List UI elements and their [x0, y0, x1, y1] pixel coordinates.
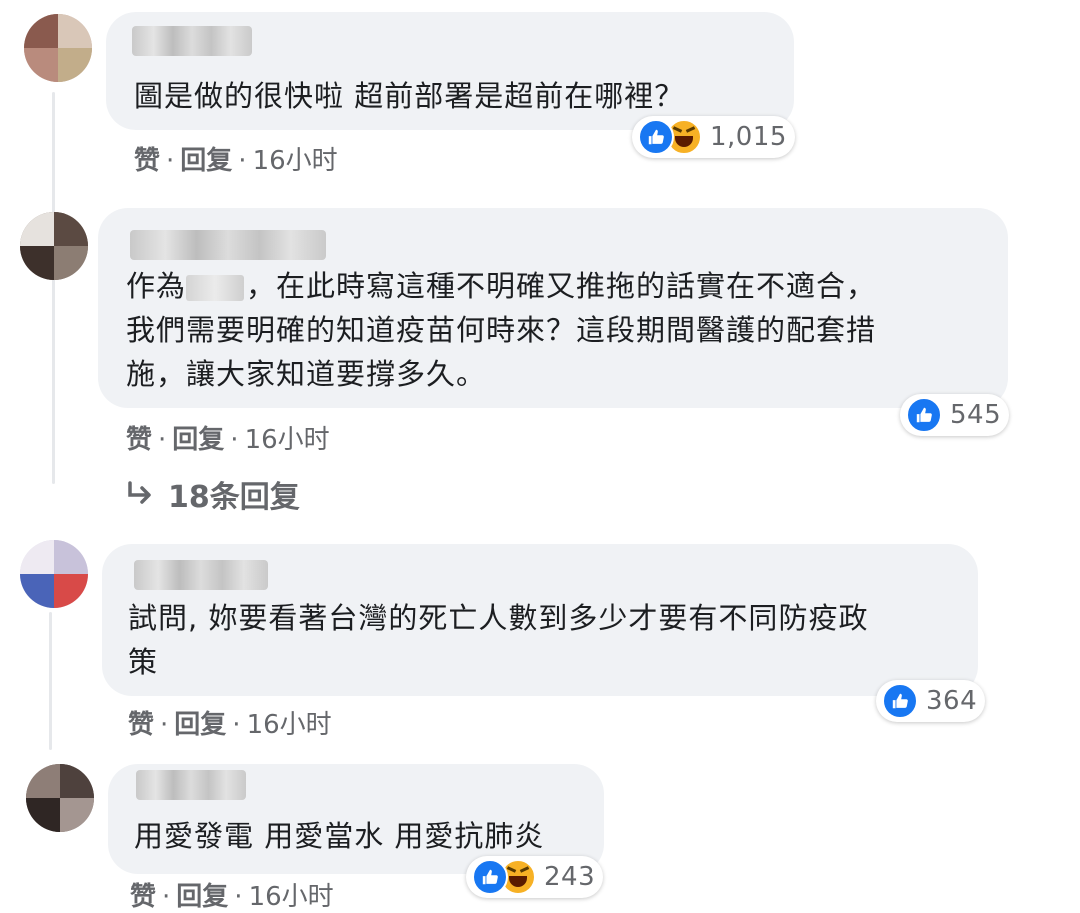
comment-bubble: 圖是做的很快啦 超前部署是超前在哪裡？ — [106, 12, 794, 130]
comment-bubble: 作為 ，在此時寫這種不明確又推拖的話實在不適合， 我們需要明確的知道疫苗何時來？這… — [98, 208, 1008, 408]
comment-text-line: ，在此時寫這種不明確又推拖的話實在不適合， — [246, 269, 877, 303]
comment-text: 作為 ，在此時寫這種不明確又推拖的話實在不適合， 我們需要明確的知道疫苗何時來？這… — [126, 264, 876, 396]
comment-text-prefix: 作為 — [126, 269, 187, 303]
commenter-name[interactable] — [134, 560, 268, 590]
commenter-name[interactable] — [130, 230, 326, 260]
like-button[interactable]: 赞 — [134, 146, 160, 176]
like-button[interactable]: 赞 — [128, 710, 154, 740]
thumbs-up-icon — [882, 683, 918, 719]
timestamp[interactable]: 16小时 — [247, 710, 332, 740]
comment-text: 用愛發電 用愛當水 用愛抗肺炎 — [134, 814, 544, 858]
comment-bubble: 試問, 妳要看著台灣的死亡人數到多少才要有不同防疫政 策 — [102, 544, 978, 696]
thread-line — [52, 92, 55, 484]
thumbs-up-icon — [638, 119, 674, 155]
comment-actions: 赞 · 回复 · 16小时 — [128, 710, 332, 740]
avatar[interactable] — [26, 764, 94, 832]
comment-text-line: 我們需要明確的知道疫苗何時來？這段期間醫護的配套措 — [126, 313, 877, 347]
commenter-name[interactable] — [132, 26, 252, 56]
comment-actions: 赞 · 回复 · 16小时 — [130, 882, 334, 912]
comment-text-line: 圖是做的很快啦 超前部署是超前在哪裡？ — [134, 79, 685, 113]
comment-text-line: 策 — [128, 645, 159, 679]
reaction-count: 243 — [544, 862, 596, 892]
comment-text-line: 試問, 妳要看著台灣的死亡人數到多少才要有不同防疫政 — [128, 601, 869, 635]
reaction-count: 364 — [926, 686, 978, 716]
thread-line — [49, 612, 52, 750]
avatar[interactable] — [20, 212, 88, 280]
redacted-text — [186, 275, 245, 301]
replies-count: 18条回复 — [168, 480, 300, 515]
reply-arrow-icon — [126, 480, 154, 515]
reaction-count: 1,015 — [710, 122, 787, 152]
comment-text: 試問, 妳要看著台灣的死亡人數到多少才要有不同防疫政 策 — [128, 596, 868, 684]
commenter-name[interactable] — [136, 770, 246, 800]
view-replies-link[interactable]: 18条回复 — [126, 472, 300, 516]
reaction-summary[interactable]: 243 — [466, 856, 604, 898]
reply-button[interactable]: 回复 — [180, 146, 232, 176]
comment-text-line: 用愛發電 用愛當水 用愛抗肺炎 — [134, 819, 545, 853]
reply-button[interactable]: 回复 — [174, 710, 226, 740]
reaction-count: 545 — [950, 400, 1002, 430]
like-button[interactable]: 赞 — [126, 425, 152, 455]
comment-actions: 赞 · 回复 · 16小时 — [126, 425, 330, 455]
timestamp[interactable]: 16小时 — [245, 425, 330, 455]
thumbs-up-icon — [472, 859, 508, 895]
comment-text-line: 施，讓大家知道要撐多久。 — [126, 357, 487, 391]
reply-button[interactable]: 回复 — [172, 425, 224, 455]
timestamp[interactable]: 16小时 — [253, 146, 338, 176]
comment-actions: 赞 · 回复 · 16小时 — [134, 146, 338, 176]
avatar[interactable] — [24, 14, 92, 82]
avatar[interactable] — [20, 540, 88, 608]
reaction-summary[interactable]: 545 — [900, 394, 1010, 436]
reaction-summary[interactable]: 364 — [876, 680, 986, 722]
comment-text: 圖是做的很快啦 超前部署是超前在哪裡？ — [134, 74, 684, 118]
reaction-summary[interactable]: 1,015 — [632, 116, 795, 158]
thumbs-up-icon — [906, 397, 942, 433]
